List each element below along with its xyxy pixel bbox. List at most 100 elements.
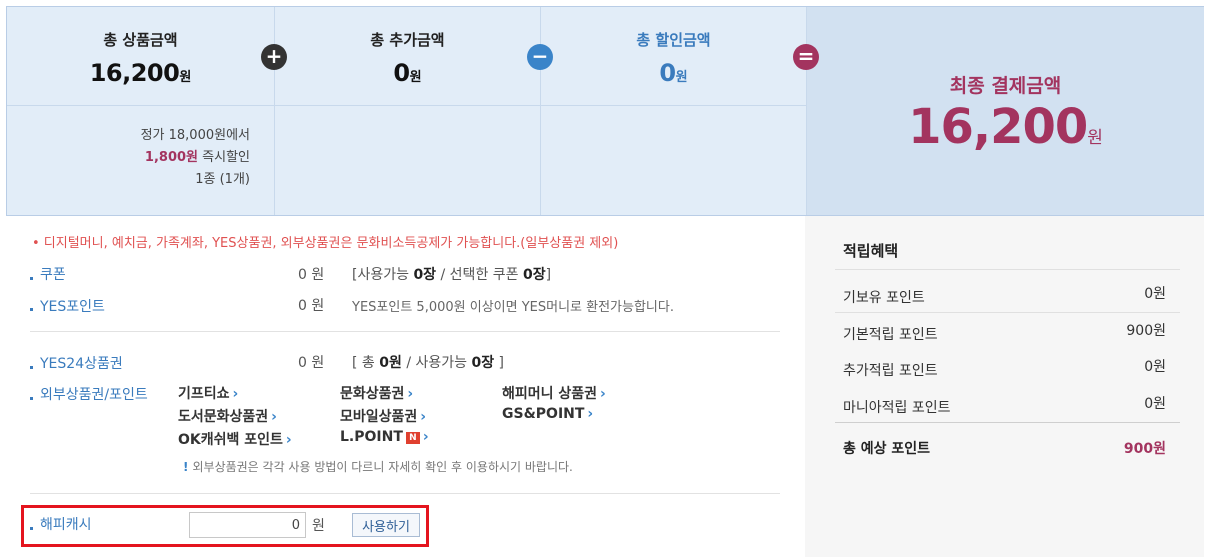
- discount-total-unit: 원: [675, 70, 688, 85]
- yes24-gift-info-mid: / 사용가능: [401, 355, 472, 371]
- added-total-value: 0원: [275, 59, 540, 87]
- discount-total-label: 총 할인금액: [636, 31, 711, 49]
- coupon-info-suffix: ]: [545, 267, 552, 283]
- owned-points-value: 0원: [1144, 286, 1166, 302]
- gift-okcashbag[interactable]: OK캐쉬백 포인트 ›: [178, 429, 296, 449]
- chevron-right-icon: ›: [600, 386, 606, 402]
- chevron-right-icon: ›: [285, 432, 292, 448]
- gift-gspoint[interactable]: GS&POINT ›: [502, 406, 597, 422]
- happy-cash-bullet: [30, 521, 39, 536]
- yes24-gift-amount: 0 원: [298, 355, 325, 371]
- yes24-gift-info-suffix: ]: [494, 355, 505, 371]
- coupon-bullet: [30, 271, 39, 286]
- yes24-gift-total: 0원: [379, 355, 402, 371]
- external-bullet: [30, 391, 39, 406]
- added-total-label: 총 추가금액: [370, 31, 445, 49]
- total-points-label: 총 예상 포인트: [843, 441, 931, 457]
- chevron-right-icon: ›: [422, 429, 429, 445]
- new-badge-icon: N: [405, 432, 420, 444]
- exclamation-icon: !: [183, 460, 189, 474]
- rewards-panel: 적립혜택 기보유 포인트 0원 기본적립 포인트 900원 추가적립 포인트 0…: [805, 216, 1204, 557]
- product-total-value: 16,200원: [7, 59, 274, 87]
- chevron-right-icon: ›: [587, 406, 594, 422]
- gift-happymoney[interactable]: 해피머니 상품권 ›: [502, 383, 610, 403]
- added-total-amount: 0: [393, 59, 410, 87]
- yes-point-link[interactable]: YES포인트: [40, 296, 105, 316]
- final-total-unit: 원: [1087, 128, 1103, 148]
- extra-points-value: 0원: [1144, 359, 1166, 375]
- gift-culture-label: 문화상품권: [340, 386, 405, 402]
- product-total-label: 총 상품금액: [103, 31, 178, 49]
- section-divider: [30, 493, 780, 494]
- final-total-section: 최종 결제금액 16,200원: [806, 7, 1204, 215]
- basic-points-label: 기본적립 포인트: [843, 327, 938, 343]
- mania-points-label: 마니아적립 포인트: [843, 400, 951, 416]
- happy-cash-input[interactable]: [189, 512, 306, 538]
- happy-cash-label: 해피캐시: [40, 517, 92, 533]
- equals-circle-icon: =: [793, 44, 819, 70]
- gift-mobile[interactable]: 모바일상품권 ›: [340, 406, 430, 426]
- gift-giftishow[interactable]: 기프티쇼 ›: [178, 383, 243, 403]
- added-total-section: 총 추가금액 0원: [274, 7, 540, 215]
- rewards-title: 적립혜택: [843, 242, 899, 260]
- external-warning-text: 외부상품권은 각각 사용 방법이 다르니 자세히 확인 후 이용하시기 바랍니다…: [192, 460, 573, 474]
- section-divider: [30, 331, 780, 332]
- coupon-link[interactable]: 쿠폰: [40, 264, 66, 284]
- mania-points-value: 0원: [1144, 396, 1166, 412]
- extra-points-label: 추가적립 포인트: [843, 363, 938, 379]
- chevron-right-icon: ›: [232, 386, 239, 402]
- item-count: 1종 (1개): [195, 172, 250, 187]
- chevron-right-icon: ›: [420, 409, 427, 425]
- coupon-amount: 0 원: [298, 267, 325, 283]
- total-points-value: 900원: [1123, 441, 1166, 457]
- owned-points-label: 기보유 포인트: [843, 290, 925, 306]
- gift-culture[interactable]: 문화상품권 ›: [340, 383, 417, 403]
- yes24-gift-bullet: [30, 360, 39, 375]
- minus-circle-icon: −: [527, 44, 553, 70]
- basic-points-value: 900원: [1126, 323, 1166, 339]
- chevron-right-icon: ›: [407, 386, 414, 402]
- gift-happymoney-label: 해피머니 상품권: [502, 386, 598, 402]
- happy-cash-unit: 원: [312, 518, 325, 534]
- rewards-divider: [835, 269, 1180, 270]
- list-price-text: 정가 18,000원에서: [140, 128, 250, 143]
- chevron-right-icon: ›: [271, 409, 277, 425]
- gift-giftishow-label: 기프티쇼: [178, 386, 230, 402]
- rewards-divider: [835, 312, 1180, 313]
- added-total-unit: 원: [409, 70, 422, 85]
- tax-deduction-notice: • 디지털머니, 예치금, 가족계좌, YES상품권, 외부상품권은 문화비소득…: [32, 236, 619, 251]
- product-total-amount: 16,200: [89, 59, 180, 87]
- gift-okcashbag-label: OK캐쉬백 포인트: [178, 432, 283, 448]
- discount-total-section: 총 할인금액 0원: [540, 7, 806, 215]
- yes24-gift-info-prefix: [ 총: [352, 355, 380, 371]
- gift-gspoint-label: GS&POINT: [502, 406, 585, 422]
- coupon-info: [사용가능 0장 / 선택한 쿠폰 0장]: [352, 264, 551, 284]
- gift-lpoint[interactable]: L.POINT N ›: [340, 429, 433, 445]
- coupon-selected-count: 0장: [522, 267, 546, 283]
- gift-book-culture-label: 도서문화상품권: [178, 409, 269, 425]
- summary-divider: [7, 105, 806, 106]
- yes24-gift-available: 0장: [471, 355, 495, 371]
- rewards-divider: [835, 422, 1180, 423]
- final-total-value: 16,200원: [807, 99, 1204, 155]
- discount-total-value: 0원: [541, 59, 806, 87]
- product-total-unit: 원: [179, 70, 192, 85]
- price-detail: 정가 18,000원에서 1,800원 즉시할인 1종 (1개): [141, 125, 250, 191]
- instant-discount-amount: 1,800원: [144, 150, 199, 165]
- gift-lpoint-label: L.POINT: [340, 429, 403, 445]
- discount-total-amount: 0: [659, 59, 676, 87]
- yes24-gift-link[interactable]: YES24상품권: [40, 353, 123, 373]
- yes-point-info: YES포인트 5,000원 이상이면 YES머니로 환전가능합니다.: [352, 300, 674, 315]
- external-warning: ! 외부상품권은 각각 사용 방법이 다르니 자세히 확인 후 이용하시기 바랍니…: [183, 458, 573, 475]
- coupon-info-mid: / 선택한 쿠폰: [436, 267, 523, 283]
- payment-summary: 총 상품금액 16,200원 정가 18,000원에서 1,800원 즉시할인 …: [6, 6, 1204, 216]
- final-total-label: 최종 결제금액: [949, 75, 1062, 97]
- gift-book-culture[interactable]: 도서문화상품권 ›: [178, 406, 281, 426]
- external-gift-link[interactable]: 외부상품권/포인트: [40, 384, 148, 404]
- yes-point-bullet: [30, 302, 39, 317]
- yes24-gift-info: [ 총 0원 / 사용가능 0장 ]: [352, 352, 504, 372]
- happy-cash-apply-button[interactable]: 사용하기: [352, 513, 420, 537]
- plus-circle-icon: +: [261, 44, 287, 70]
- coupon-info-prefix: [사용가능: [352, 267, 414, 283]
- product-total-section: 총 상품금액 16,200원 정가 18,000원에서 1,800원 즉시할인 …: [7, 7, 274, 215]
